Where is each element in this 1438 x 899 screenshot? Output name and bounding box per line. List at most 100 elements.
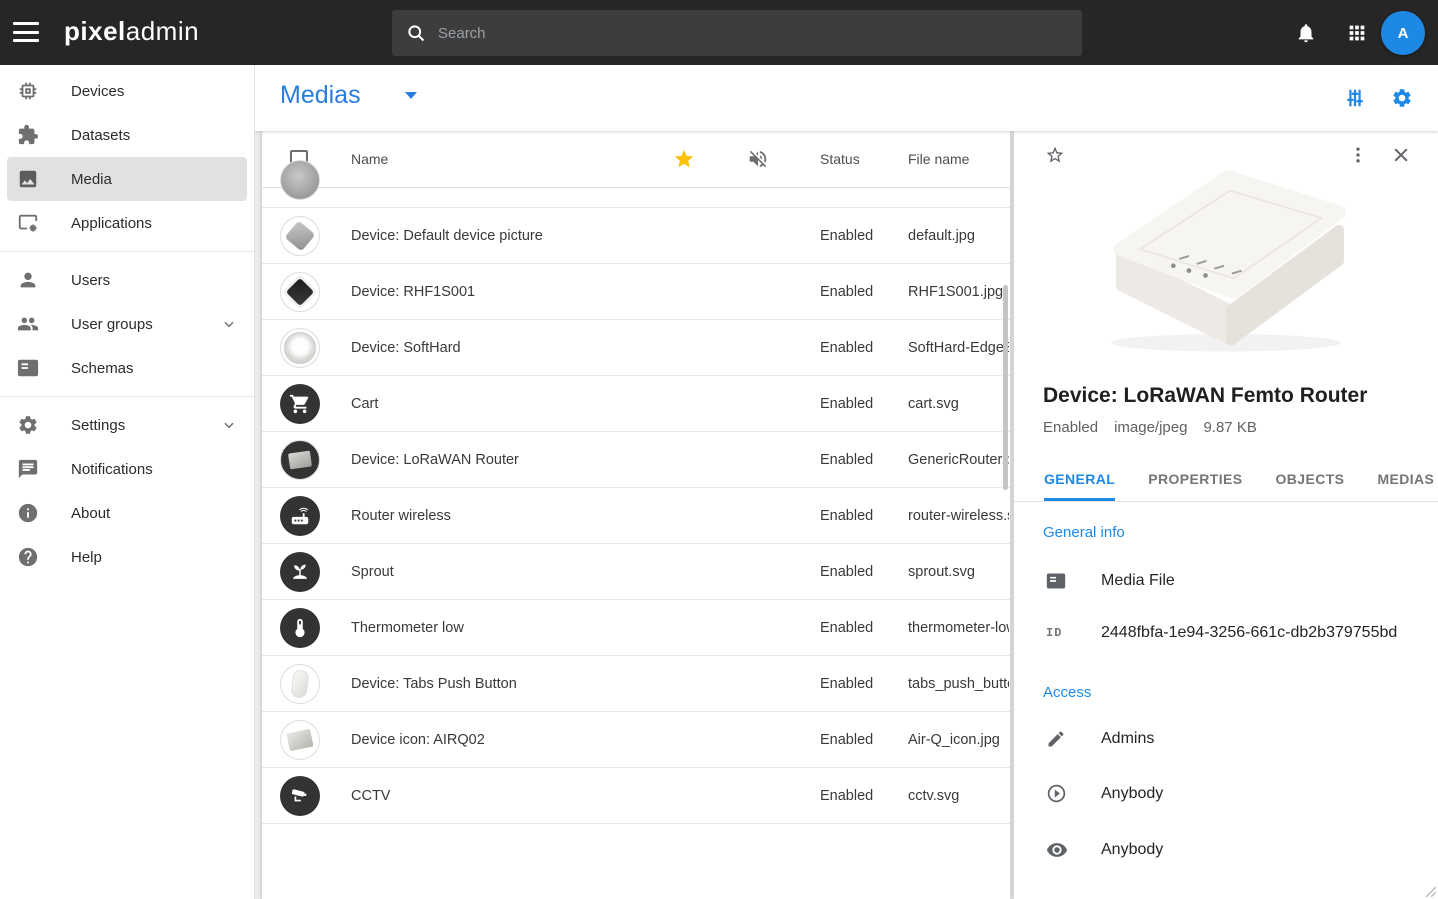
media-name: Device: Tabs Push Button <box>351 676 517 692</box>
sidebar-item-label: About <box>71 505 110 522</box>
media-name: Device: LoRaWAN Router <box>351 452 519 468</box>
sidebar-item-label: Devices <box>71 83 124 100</box>
thermometer-thumbnail-icon <box>280 608 320 648</box>
table-row-partial[interactable] <box>262 188 1010 208</box>
settings-gear-icon[interactable] <box>1391 87 1413 109</box>
detail-status: Enabled <box>1043 419 1098 436</box>
notifications-bell-icon[interactable] <box>1295 22 1317 44</box>
media-file-name: thermometer-low <box>908 620 1009 636</box>
sidebar-item-label: Help <box>71 549 102 566</box>
tab-objects[interactable]: OBJECTS <box>1276 461 1345 501</box>
media-name: Thermometer low <box>351 620 464 636</box>
table-row[interactable]: Device: Tabs Push Button Enabled tabs_pu… <box>262 656 1010 712</box>
sidebar-item-label: Notifications <box>71 461 153 478</box>
table-row[interactable]: Sprout Enabled sprout.svg <box>262 544 1010 600</box>
image-icon <box>17 168 39 190</box>
user-avatar[interactable]: A <box>1381 11 1425 55</box>
content-header: Medias <box>255 65 1438 131</box>
sidebar-item-users[interactable]: Users <box>0 258 254 302</box>
media-file-name: router-wireless.s <box>908 508 1009 524</box>
table-row[interactable]: Device: SoftHard Enabled SoftHard-EdgeE <box>262 320 1010 376</box>
media-file-name: tabs_push_butto <box>908 676 1009 692</box>
table-row[interactable]: CCTV Enabled cctv.svg <box>262 768 1010 824</box>
media-preview-image <box>1070 147 1382 367</box>
sidebar-item-schemas[interactable]: Schemas <box>0 346 254 390</box>
tab-medias[interactable]: MEDIAS <box>1377 461 1434 501</box>
chevron-down-icon <box>222 317 236 331</box>
id-icon: ID <box>1046 626 1066 640</box>
person-icon <box>17 269 39 291</box>
access-write-row: Admins <box>1046 729 1154 749</box>
chevron-down-icon <box>222 418 236 432</box>
table-row[interactable]: Device: Default device picture Enabled d… <box>262 208 1010 264</box>
menu-icon[interactable] <box>13 22 39 42</box>
sidebar-divider <box>0 396 254 397</box>
sidebar-item-notifications[interactable]: Notifications <box>0 447 254 491</box>
column-header-status[interactable]: Status <box>820 151 860 167</box>
tab-properties[interactable]: PROPERTIES <box>1148 461 1242 501</box>
sidebar-item-devices[interactable]: Devices <box>0 69 254 113</box>
app-logo: pixeladmin <box>64 16 199 47</box>
page-title-dropdown[interactable]: Medias <box>280 81 417 110</box>
sidebar-item-media[interactable]: Media <box>7 157 247 201</box>
favorite-star-outline-icon[interactable] <box>1045 145 1065 165</box>
table-row[interactable]: Router wireless Enabled router-wireless.… <box>262 488 1010 544</box>
schema-info-row: Media File <box>1046 571 1175 591</box>
chat-icon <box>17 458 39 480</box>
access-read-value: Anybody <box>1101 841 1163 859</box>
sidebar-item-label: Media <box>71 171 112 188</box>
detail-tabs: GENERAL PROPERTIES OBJECTS MEDIAS <box>1014 461 1438 502</box>
star-column-icon[interactable] <box>673 148 695 170</box>
media-name: Cart <box>351 396 378 412</box>
schema-card-icon <box>1046 571 1066 591</box>
mute-column-icon[interactable] <box>747 148 769 170</box>
tune-filter-icon[interactable] <box>1344 87 1366 109</box>
search-icon <box>406 23 426 43</box>
sidebar-item-label: Datasets <box>71 127 130 144</box>
sidebar-item-label: User groups <box>71 316 153 333</box>
table-row[interactable]: Device: RHF1S001 Enabled RHF1S001.jpg <box>262 264 1010 320</box>
table-row[interactable]: Thermometer low Enabled thermometer-low <box>262 600 1010 656</box>
resize-handle-icon[interactable] <box>1424 885 1436 897</box>
router-thumbnail-icon <box>280 496 320 536</box>
table-header-row: Name Status File name <box>262 131 1010 188</box>
vertical-scrollbar[interactable] <box>1003 285 1008 490</box>
sidebar-item-settings[interactable]: Settings <box>0 403 254 447</box>
tab-general[interactable]: GENERAL <box>1044 461 1115 501</box>
search-input[interactable] <box>438 25 1068 42</box>
access-execute-value: Anybody <box>1101 785 1163 803</box>
schema-card-icon <box>17 357 39 379</box>
media-thumbnail <box>280 328 320 368</box>
media-name: Device: SoftHard <box>351 340 461 356</box>
access-execute-row: Anybody <box>1046 783 1163 804</box>
sidebar-item-label: Applications <box>71 215 152 232</box>
table-row[interactable]: Cart Enabled cart.svg <box>262 376 1010 432</box>
page-title: Medias <box>280 81 361 110</box>
sidebar-item-applications[interactable]: Applications <box>0 201 254 245</box>
chip-icon <box>17 80 39 102</box>
sidebar-item-datasets[interactable]: Datasets <box>0 113 254 157</box>
table-row[interactable]: Device: LoRaWAN Router Enabled GenericRo… <box>262 432 1010 488</box>
media-name: Device icon: AIRQ02 <box>351 732 485 748</box>
schema-name: Media File <box>1101 572 1175 590</box>
media-file-name: default.jpg <box>908 228 1009 244</box>
sidebar-item-about[interactable]: About <box>0 491 254 535</box>
column-header-name[interactable]: Name <box>351 151 388 167</box>
media-thumbnail <box>280 720 320 760</box>
media-status: Enabled <box>820 340 873 356</box>
apps-grid-icon[interactable] <box>1346 22 1368 44</box>
app-window-gear-icon <box>17 212 39 234</box>
table-row[interactable]: Device icon: AIRQ02 Enabled Air-Q_icon.j… <box>262 712 1010 768</box>
close-icon[interactable] <box>1391 145 1411 165</box>
sidebar-item-user-groups[interactable]: User groups <box>0 302 254 346</box>
sidebar-item-label: Settings <box>71 417 125 434</box>
search-box[interactable] <box>392 10 1082 56</box>
media-name: Sprout <box>351 564 394 580</box>
access-write-value: Admins <box>1101 730 1154 748</box>
media-name: Device: RHF1S001 <box>351 284 475 300</box>
sidebar-item-help[interactable]: Help <box>0 535 254 579</box>
column-header-file-name[interactable]: File name <box>908 151 969 167</box>
media-file-name: GenericRouter.pn <box>908 452 1009 468</box>
sidebar-item-label: Schemas <box>71 360 134 377</box>
eye-icon <box>1046 839 1068 861</box>
